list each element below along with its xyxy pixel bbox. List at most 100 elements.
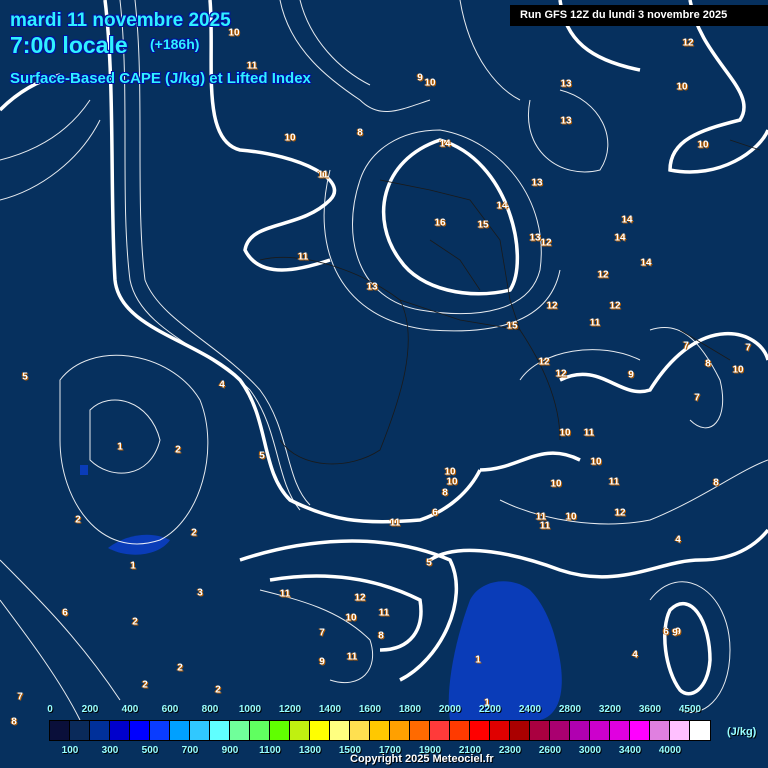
legend-swatch [310,721,330,740]
legend-label: 3000 [578,745,602,756]
legend-label: 1400 [318,704,342,715]
legend-label: 700 [181,745,199,756]
lifted-index-label: 6 [663,626,669,638]
lifted-index-label: 12 [538,356,550,368]
legend-swatch [530,721,550,740]
legend-swatch [670,721,690,740]
lifted-index-label: 2 [215,684,221,696]
legend-swatch [290,721,310,740]
lifted-index-label: 7 [694,392,700,404]
legend-label: 500 [141,745,159,756]
legend-swatch [630,721,650,740]
lifted-index-label: 15 [506,320,518,332]
legend-swatch [610,721,630,740]
lifted-index-label: 2 [132,616,138,628]
lifted-index-label: 5 [259,450,265,462]
lifted-index-label: 10 [228,27,240,39]
lifted-index-label: 3 [197,587,203,599]
legend-swatch [190,721,210,740]
lifted-index-label: 11 [389,517,401,529]
legend-label: 1300 [298,745,322,756]
lifted-index-label: 10 [559,427,571,439]
legend-label: 0 [47,704,53,715]
legend-label: 600 [161,704,179,715]
lifted-index-label: 2 [191,527,197,539]
lifted-index-label: 7 [745,342,751,354]
legend-label: 1100 [259,745,281,756]
lifted-index-label: 14 [439,138,451,150]
lifted-index-label: 10 [424,77,436,89]
legend-label: 100 [61,745,79,756]
lifted-index-label: 14 [640,257,652,269]
legend-label: 900 [221,745,239,756]
map-canvas [0,0,768,721]
legend-swatch [410,721,430,740]
lifted-index-label: 12 [540,237,552,249]
lifted-index-label: 14 [496,200,508,212]
lifted-index-label: 11 [589,317,601,329]
lifted-index-label: 10 [446,476,458,488]
weather-map: mardi 11 novembre 2025 7:00 locale (+186… [0,0,768,768]
legend-swatch [270,721,290,740]
legend-swatch [470,721,490,740]
lifted-index-label: 8 [378,630,384,642]
legend-swatch [230,721,250,740]
cape-color-scale [49,720,711,741]
lifted-index-label: 13 [529,232,541,244]
lifted-index-label: 5 [426,557,432,569]
legend-swatch [430,721,450,740]
lifted-index-label: 12 [614,507,626,519]
lifted-index-label: 13 [366,281,378,293]
lifted-index-label: 8 [713,477,719,489]
legend-swatch [390,721,410,740]
lifted-index-label: 13 [560,115,572,127]
lifted-index-label: 11 [317,169,329,181]
legend-swatch [490,721,510,740]
lifted-index-label: 14 [614,232,626,244]
legend-swatch [150,721,170,740]
legend-label: 3200 [598,704,622,715]
legend-swatch [250,721,270,740]
legend-label: 400 [121,704,139,715]
lifted-index-label: 4 [632,649,638,661]
legend-swatch [550,721,570,740]
legend-swatch [570,721,590,740]
lifted-index-label: 9 [672,627,678,639]
legend-swatch [50,721,70,740]
lifted-index-label: 2 [177,662,183,674]
lifted-index-label: 10 [565,511,577,523]
parameter-title: Surface-Based CAPE (J/kg) et Lifted Inde… [10,70,311,87]
lifted-index-label: 11 [246,60,258,72]
lifted-index-label: 6 [62,607,68,619]
legend-swatch [70,721,90,740]
legend-swatch [170,721,190,740]
lifted-index-label: 9 [417,72,423,84]
lifted-index-label: 8 [705,358,711,370]
legend-swatch [90,721,110,740]
lifted-index-label: 1 [475,654,481,666]
lifted-index-label: 1 [130,560,136,572]
lifted-index-label: 2 [175,444,181,456]
lifted-index-label: 5 [22,371,28,383]
legend-label: 2800 [558,704,582,715]
legend-swatch [210,721,230,740]
contours-thick [0,0,768,696]
legend-swatch [690,721,710,740]
lifted-index-label: 2 [75,514,81,526]
lifted-index-label: 13 [531,177,543,189]
forecast-date: mardi 11 novembre 2025 [10,10,231,31]
lifted-index-label: 12 [546,300,558,312]
lifted-index-label: 2 [142,679,148,691]
legend-label: 1000 [238,704,262,715]
legend-label: 2600 [538,745,562,756]
cape-area [80,465,562,720]
lifted-index-label: 11 [297,251,309,263]
lifted-index-label: 12 [354,592,366,604]
lifted-index-label: 14 [621,214,633,226]
lifted-index-label: 7 [683,340,689,352]
legend-swatch [510,721,530,740]
lifted-index-label: 8 [357,127,363,139]
lifted-index-label: 9 [319,656,325,668]
legend-swatch [330,721,350,740]
legend-swatch [350,721,370,740]
